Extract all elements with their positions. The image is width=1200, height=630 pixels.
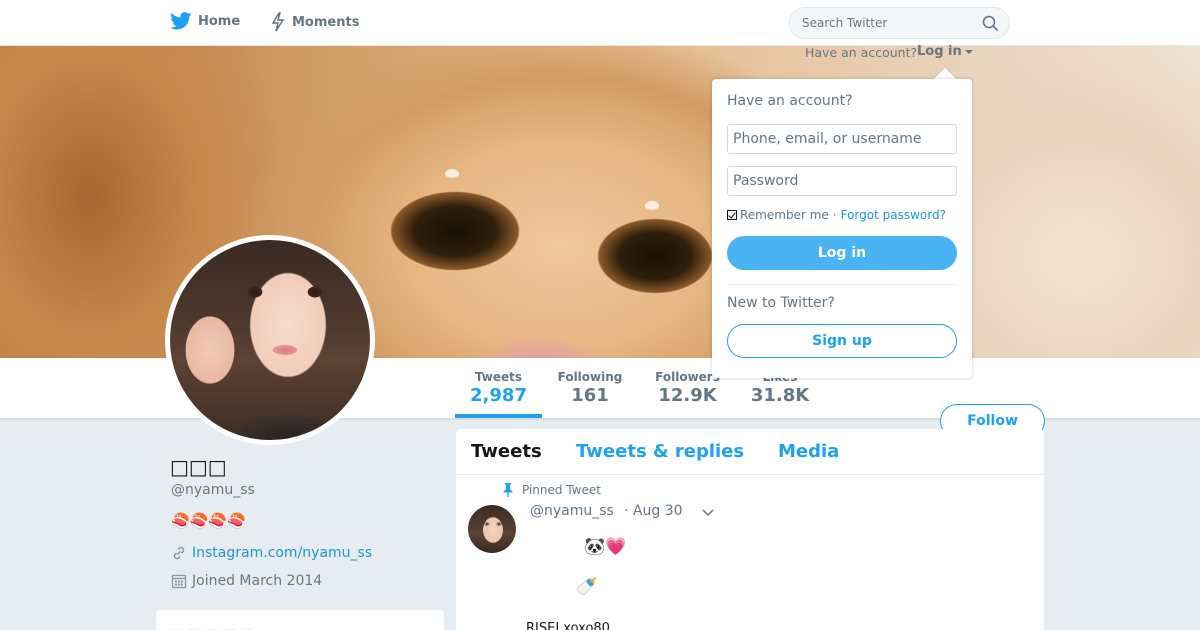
divider <box>727 284 957 285</box>
timeline: Tweets Tweets & replies Media Pinned Twe… <box>456 429 1044 630</box>
top-navigation: Home Moments <box>0 0 1200 46</box>
tab-tweets-replies[interactable]: Tweets & replies <box>576 441 744 462</box>
calendar-icon <box>171 574 187 589</box>
tweet-avatar[interactable] <box>468 505 516 553</box>
stat-label: Following <box>557 370 623 384</box>
nav-moments[interactable]: Moments <box>270 12 359 32</box>
nav-home-label: Home <box>198 13 241 29</box>
search-box <box>789 7 1010 39</box>
profile-joined-text: Joined March 2014 <box>192 573 323 589</box>
caret-down-icon <box>964 49 973 54</box>
tweet-text: RISEI xoxo80 <box>526 621 610 630</box>
profile-joined: Joined March 2014 <box>171 573 322 589</box>
remember-checkbox[interactable] <box>727 210 737 220</box>
signup-button[interactable]: Sign up <box>727 324 957 358</box>
remember-row: Remember me · Forgot password? <box>727 208 946 222</box>
profile-link[interactable]: Instagram.com/nyamu_ss <box>171 545 372 561</box>
separator-dot: · <box>832 208 837 222</box>
stat-value: 2,987 <box>470 385 527 406</box>
nav-home[interactable]: Home <box>170 12 240 30</box>
pinned-label: Pinned Tweet <box>502 483 601 497</box>
dropdown-heading: Have an account? <box>727 93 853 109</box>
have-account-text: Have an account? <box>805 45 918 60</box>
stat-tweets[interactable]: Tweets 2,987 <box>455 370 542 406</box>
profile-link-text[interactable]: Instagram.com/nyamu_ss <box>192 545 372 561</box>
profile-name: □□□ <box>170 455 227 479</box>
link-icon <box>173 546 185 560</box>
login-toggle-label: Log in <box>917 44 962 59</box>
login-button[interactable]: Log in <box>727 236 957 270</box>
username-field[interactable] <box>727 124 957 154</box>
stat-label: Tweets <box>474 370 523 384</box>
stat-value: 31.8K <box>750 385 810 406</box>
tab-tweets[interactable]: Tweets <box>471 441 542 462</box>
forgot-password-link[interactable]: Forgot password? <box>841 208 946 222</box>
password-field[interactable] <box>727 166 957 196</box>
side-card: — — — — — <box>156 610 444 630</box>
stat-following[interactable]: Following 161 <box>552 370 628 406</box>
new-to-twitter-heading: New to Twitter? <box>727 295 835 311</box>
profile-avatar[interactable] <box>165 235 375 445</box>
twitter-bird-icon <box>170 12 192 30</box>
search-icon[interactable] <box>982 15 999 32</box>
active-stat-underline <box>455 414 542 418</box>
timeline-tabs: Tweets Tweets & replies Media <box>456 429 1044 475</box>
tweet-emoji-line: 🐼💗 <box>584 537 627 557</box>
stat-value: 161 <box>571 385 609 406</box>
profile-handle[interactable]: @nyamu_ss <box>171 482 255 498</box>
tab-media[interactable]: Media <box>778 441 839 462</box>
tweet-handle[interactable]: @nyamu_ss <box>530 503 614 519</box>
tweet-date[interactable]: · Aug 30 <box>624 503 683 519</box>
tweet-emoji-line: 🍼 <box>576 577 598 597</box>
profile-bio: 🍣🍣🍣🍣 <box>171 512 246 530</box>
login-dropdown: Have an account? Remember me · Forgot pa… <box>712 79 972 378</box>
nav-moments-label: Moments <box>292 14 360 30</box>
banner-eye-highlight <box>445 169 459 178</box>
chevron-down-icon[interactable] <box>701 505 715 519</box>
side-card-text: — — — — — <box>170 622 255 630</box>
stat-value: 12.9K <box>658 385 717 406</box>
remember-label[interactable]: Remember me <box>740 208 829 222</box>
pinned-text: Pinned Tweet <box>522 483 601 497</box>
login-toggle[interactable]: Log in <box>917 44 973 59</box>
search-input[interactable] <box>802 8 972 38</box>
banner-eye-highlight <box>645 201 659 210</box>
lightning-icon <box>271 12 285 32</box>
pin-icon <box>503 483 513 497</box>
